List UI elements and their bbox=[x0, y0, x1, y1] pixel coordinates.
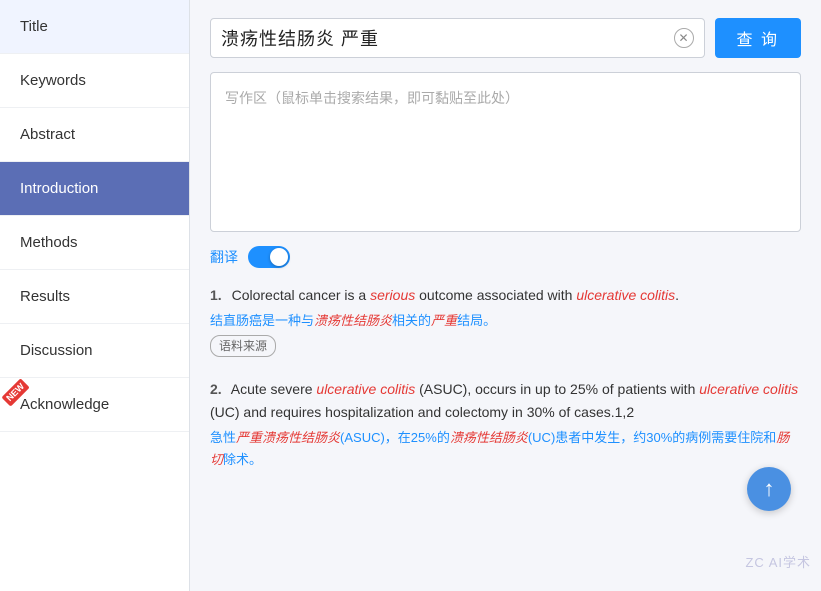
translate-toggle[interactable] bbox=[248, 246, 290, 268]
results-list: 1. Colorectal cancer is a serious outcom… bbox=[210, 284, 801, 471]
result-english-1: 1. Colorectal cancer is a serious outcom… bbox=[210, 284, 801, 308]
result-english-2: 2. Acute severe ulcerative colitis (ASUC… bbox=[210, 378, 801, 426]
sidebar-item-keywords[interactable]: Keywords bbox=[0, 54, 189, 108]
sidebar-item-label: Discussion bbox=[20, 342, 93, 359]
sidebar: Title Keywords Abstract Introduction Methods… bbox=[0, 0, 190, 591]
sidebar-item-acknowledge[interactable]: NEWAcknowledge bbox=[0, 378, 189, 432]
translate-row: 翻译 bbox=[210, 246, 801, 268]
sidebar-item-title[interactable]: Title bbox=[0, 0, 189, 54]
main-content: 溃疡性结肠炎 严重 ✕ 查 询 写作区（鼠标单击搜索结果，即可黏贴至此处） 翻译… bbox=[190, 0, 821, 591]
sidebar-item-label: Abstract bbox=[20, 126, 75, 143]
sidebar-item-label: Keywords bbox=[20, 72, 86, 89]
corpus-tag[interactable]: 语料来源 bbox=[210, 335, 276, 357]
result-chinese-2: 急性严重溃疡性结肠炎(ASUC)，在25%的溃疡性结肠炎(UC)患者中发生，约3… bbox=[210, 427, 801, 471]
clear-button[interactable]: ✕ bbox=[674, 28, 694, 48]
result-chinese-1: 结直肠癌是一种与溃疡性结肠炎相关的严重结局。 bbox=[210, 310, 801, 332]
result-number: 2. bbox=[210, 381, 222, 397]
search-bar: 溃疡性结肠炎 严重 ✕ 查 询 bbox=[210, 18, 801, 58]
translate-label: 翻译 bbox=[210, 247, 238, 267]
search-query-text: 溃疡性结肠炎 严重 bbox=[221, 25, 674, 51]
writing-area-placeholder: 写作区（鼠标单击搜索结果，即可黏贴至此处） bbox=[225, 90, 519, 106]
scroll-up-button[interactable]: ↑ bbox=[747, 467, 791, 511]
sidebar-item-label: Introduction bbox=[20, 180, 98, 197]
sidebar-item-label: Results bbox=[20, 288, 70, 305]
writing-area[interactable]: 写作区（鼠标单击搜索结果，即可黏贴至此处） bbox=[210, 72, 801, 232]
result-item-2[interactable]: 2. Acute severe ulcerative colitis (ASUC… bbox=[210, 378, 801, 472]
sidebar-item-discussion[interactable]: Discussion bbox=[0, 324, 189, 378]
result-number: 1. bbox=[210, 287, 222, 303]
sidebar-item-methods[interactable]: Methods bbox=[0, 216, 189, 270]
sidebar-item-introduction[interactable]: Introduction bbox=[0, 162, 189, 216]
sidebar-item-label: Acknowledge bbox=[20, 396, 109, 413]
result-item-1[interactable]: 1. Colorectal cancer is a serious outcom… bbox=[210, 284, 801, 358]
sidebar-item-abstract[interactable]: Abstract bbox=[0, 108, 189, 162]
search-input-wrapper: 溃疡性结肠炎 严重 ✕ bbox=[210, 18, 705, 58]
search-button[interactable]: 查 询 bbox=[715, 18, 801, 58]
sidebar-item-results[interactable]: Results bbox=[0, 270, 189, 324]
sidebar-item-label: Title bbox=[20, 18, 48, 35]
sidebar-item-label: Methods bbox=[20, 234, 78, 251]
